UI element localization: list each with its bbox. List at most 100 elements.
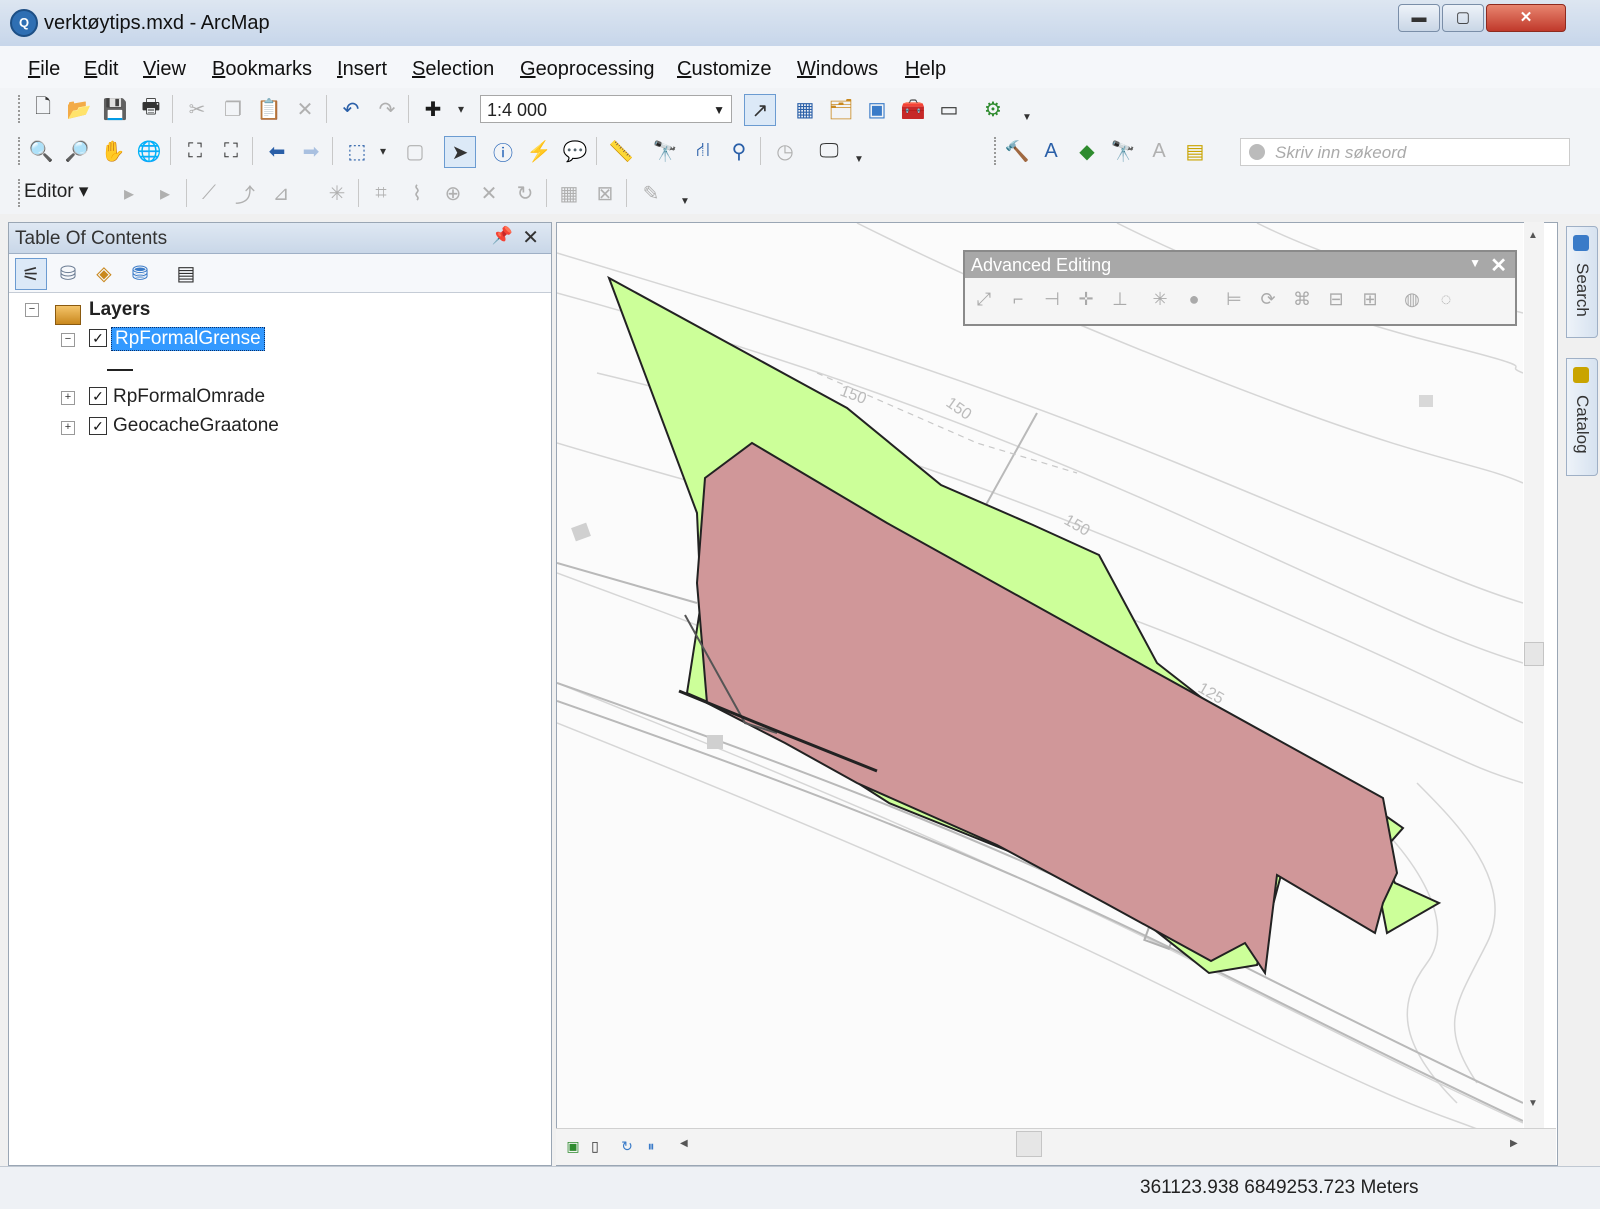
reshape-icon[interactable]: ⌇ (402, 178, 432, 208)
attribute-table-icon[interactable]: ▤ (1180, 136, 1210, 166)
menu-geoprocessing[interactable]: Geoprocessing (520, 58, 655, 81)
copy-icon[interactable]: ❐ (218, 94, 248, 124)
layer-item-geocachegraatone[interactable]: GeocacheGraatone (113, 415, 279, 437)
cut-polygons-icon[interactable]: ⊕ (438, 178, 468, 208)
label-manager-icon[interactable]: A (1036, 136, 1066, 166)
hyperlink-icon[interactable]: ⚡ (524, 136, 554, 166)
expand-icon[interactable]: + (61, 391, 75, 405)
toolbar-options-icon[interactable]: ▼ (670, 186, 700, 216)
close-button[interactable]: ✕ (1486, 4, 1566, 32)
add-data-dropdown-icon[interactable]: ▾ (446, 94, 476, 124)
search-window-icon[interactable]: ▣ (862, 94, 892, 124)
fixed-zoom-in-icon[interactable]: ⛶ (180, 136, 210, 166)
editor-toolbar-icon[interactable]: ↗ (744, 94, 776, 126)
menu-edit[interactable]: Edit (84, 58, 118, 81)
collapse-icon[interactable]: − (61, 333, 75, 347)
trim-icon[interactable]: ✛ (1071, 284, 1101, 314)
hammer-tool-icon[interactable]: 🔨 (1002, 136, 1032, 166)
menu-selection[interactable]: Selection (412, 58, 494, 81)
straight-segment-icon[interactable]: ⟋ (194, 178, 224, 208)
catalog-window-icon[interactable]: 🗂 (826, 94, 856, 124)
cut-icon[interactable]: ✂ (182, 94, 212, 124)
advanced-editing-header[interactable]: Advanced Editing ▼ ✕ (965, 252, 1515, 278)
copy-features-icon[interactable]: ⤢ (969, 284, 999, 314)
layer-item-rpformalgrense[interactable]: RpFormalGrense (111, 327, 265, 351)
scroll-down-icon[interactable]: ▼ (1528, 1098, 1538, 1109)
list-by-drawing-order-icon[interactable]: ⚟ (15, 258, 47, 290)
menu-customize[interactable]: Customize (677, 58, 771, 81)
toolbar-options-icon[interactable]: ▼ (844, 144, 874, 174)
layer-visibility-checkbox[interactable]: ✓ (89, 417, 107, 435)
measure-icon[interactable]: 📏 (606, 136, 636, 166)
menu-bookmarks[interactable]: Bookmarks (212, 58, 312, 81)
arctoolbox-icon[interactable]: 🧰 (898, 94, 928, 124)
menu-file[interactable]: File (28, 58, 60, 81)
pin-icon[interactable]: 📌 (492, 226, 513, 246)
list-by-visibility-icon[interactable]: ◈ (89, 258, 119, 288)
editor-menu-button[interactable]: Editor ▾ (24, 180, 88, 203)
fixed-zoom-out-icon[interactable]: ⛶ (216, 136, 246, 166)
edit-vertices-icon[interactable]: ⌗ (366, 178, 396, 208)
layers-root-label[interactable]: Layers (89, 299, 150, 321)
pause-drawing-icon[interactable]: ⏸ (636, 1131, 666, 1161)
expand-icon[interactable]: + (61, 421, 75, 435)
identify-icon[interactable]: ⓘ (488, 136, 518, 166)
horizontal-scroll-thumb[interactable] (1016, 1131, 1042, 1157)
advanced-editing-close-icon[interactable]: ✕ (1490, 253, 1507, 278)
line-intersection-icon[interactable]: ⊥ (1105, 284, 1135, 314)
layer-item-rpformalomrade[interactable]: RpFormalOmrade (113, 386, 265, 408)
new-document-icon[interactable]: 🗋 (28, 94, 58, 124)
go-to-xy-icon[interactable]: ⚲ (724, 136, 754, 166)
undo-icon[interactable]: ↶ (336, 94, 366, 124)
select-dropdown-icon[interactable]: ▾ (368, 136, 398, 166)
modelbuilder-icon[interactable]: ⚙ (978, 94, 1008, 124)
menu-insert[interactable]: Insert (337, 58, 387, 81)
binoculars-icon[interactable]: 🔭 (1108, 136, 1138, 166)
python-window-icon[interactable]: ▭ (934, 94, 964, 124)
zoom-out-icon[interactable]: 🔎 (62, 136, 92, 166)
back-arrow-icon[interactable]: ⬅ (262, 136, 292, 166)
edit-annotation-icon[interactable]: ▸ (150, 178, 180, 208)
print-icon[interactable]: 🖶 (136, 94, 166, 124)
find-route-icon[interactable]: ⛙ (688, 136, 718, 166)
map-view[interactable]: 150 150 150 125 (556, 222, 1558, 1166)
text-tool-icon[interactable]: A (1144, 136, 1174, 166)
toolbar-grip[interactable] (18, 137, 24, 165)
maximize-button[interactable]: ▢ (1442, 4, 1484, 32)
find-binoculars-icon[interactable]: 🔭 (650, 136, 680, 166)
create-viewer-window-icon[interactable]: 🖵 (814, 136, 844, 166)
geometry-tool-icon[interactable]: ◆ (1072, 136, 1102, 166)
fillet-icon[interactable]: ⌐ (1003, 284, 1033, 314)
menu-windows[interactable]: Windows (797, 58, 878, 81)
layer-visibility-checkbox[interactable]: ✓ (89, 329, 107, 347)
clear-selection-icon[interactable]: ▢ (400, 136, 430, 166)
toolbar-grip[interactable] (994, 137, 1000, 165)
table-window-icon[interactable]: ▦ (790, 94, 820, 124)
forward-arrow-icon[interactable]: ➡ (296, 136, 326, 166)
toc-options-icon[interactable]: ▤ (171, 258, 201, 288)
split-icon[interactable]: ✕ (474, 178, 504, 208)
select-elements-arrow-icon[interactable]: ➤ (444, 136, 476, 168)
delete-icon[interactable]: ✕ (290, 94, 320, 124)
extend-icon[interactable]: ⊣ (1037, 284, 1067, 314)
time-slider-icon[interactable]: ◷ (770, 136, 800, 166)
catalog-side-tab[interactable]: Catalog (1566, 358, 1598, 476)
attributes-icon[interactable]: ▦ (554, 178, 584, 208)
list-by-selection-icon[interactable]: ⛃ (125, 258, 155, 288)
sketch-properties-icon[interactable]: ⊠ (590, 178, 620, 208)
edit-tool-icon[interactable]: ▸ (114, 178, 144, 208)
split-polygons-icon[interactable]: ⊟ (1321, 284, 1351, 314)
paste-icon[interactable]: 📋 (254, 94, 284, 124)
map-scale-combobox[interactable]: 1:4 000 ▼ (480, 95, 732, 123)
add-data-icon[interactable]: ✚ (418, 94, 448, 124)
create-features-icon[interactable]: ✎ (636, 178, 666, 208)
toolbar-grip[interactable] (18, 95, 24, 123)
html-popup-icon[interactable]: 💬 (560, 136, 590, 166)
chevron-down-icon[interactable]: ▼ (1469, 256, 1481, 270)
full-extent-globe-icon[interactable]: 🌐 (134, 136, 164, 166)
vertical-scroll-thumb[interactable] (1524, 642, 1544, 666)
replace-geometry-icon[interactable]: ⟳ (1253, 284, 1283, 314)
map-canvas[interactable]: 150 150 150 125 (556, 222, 1524, 1130)
generalize-icon[interactable]: ⊞ (1355, 284, 1385, 314)
construct-polygons-icon[interactable]: ⌘ (1287, 284, 1317, 314)
